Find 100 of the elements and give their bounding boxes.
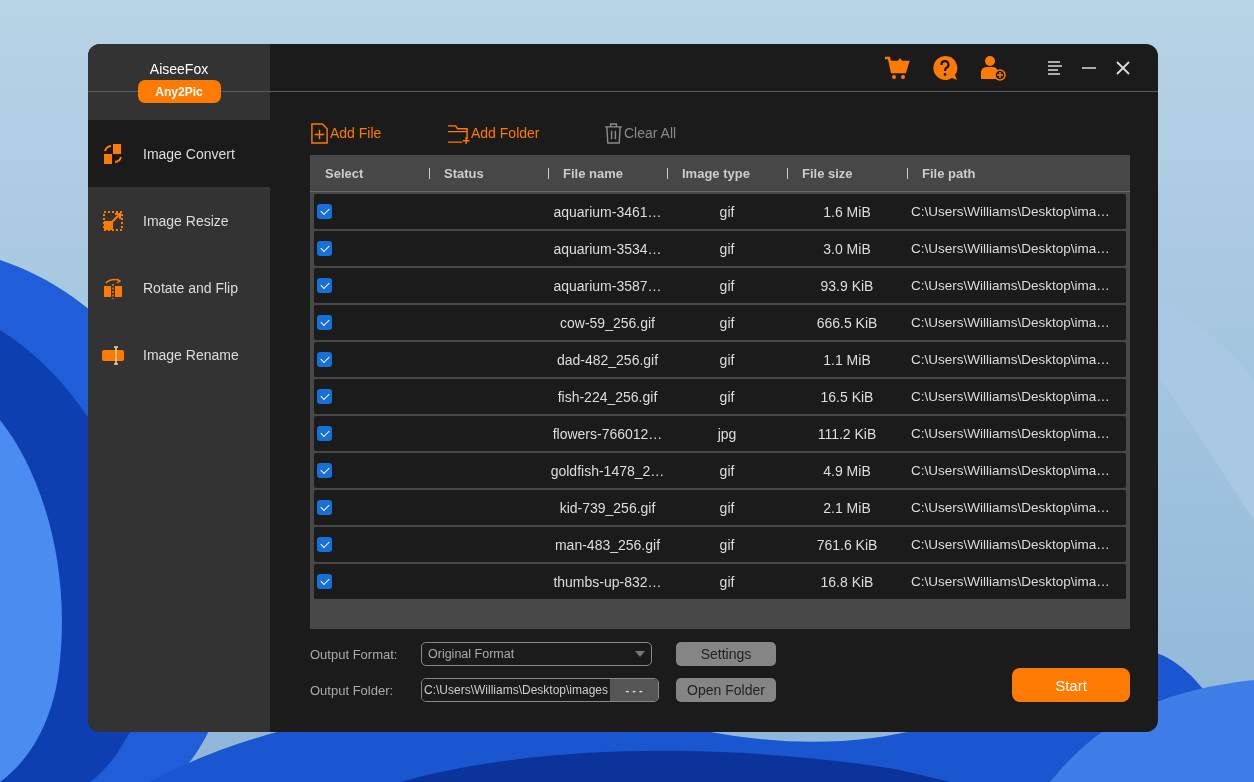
table-row[interactable]: kid-739_256.gif gif 2.1 MiB C:\Users\Williams\Desktop\ima… xyxy=(314,490,1126,525)
add-file-icon xyxy=(310,122,329,144)
column-header: File name xyxy=(563,165,623,181)
cart-icon[interactable] xyxy=(884,54,910,81)
checkbox[interactable] xyxy=(317,389,332,404)
caret-icon xyxy=(635,651,645,657)
table-cell-text: cow-59_256.gif xyxy=(559,314,656,331)
table-cell-text: gif xyxy=(718,203,736,220)
table-row[interactable]: flowers-766012… jpg 111.2 KiB C:\Users\Williams\Desktop\ima… xyxy=(314,416,1126,451)
column-header: Select xyxy=(325,165,364,181)
checkbox[interactable] xyxy=(317,500,332,515)
brand-name: AiseeFox xyxy=(149,61,209,77)
table-cell-text: C:\Users\Williams\Desktop\ima… xyxy=(910,426,1111,441)
table-cell-text: aquarium-3534… xyxy=(552,240,663,257)
table-row[interactable]: dad-482_256.gif gif 1.1 MiB C:\Users\Williams\Desktop\ima… xyxy=(314,342,1126,377)
table-cell-text: gif xyxy=(718,499,736,516)
folder-field[interactable]: C:\Users\Williams\Desktop\images - - - xyxy=(421,678,659,702)
table-cell-text: man-483_256.gif xyxy=(553,536,662,553)
checkbox[interactable] xyxy=(317,352,332,367)
checkbox[interactable] xyxy=(317,574,332,589)
sidebar-item[interactable]: Image Convert xyxy=(88,120,270,187)
table-cell-text: jpg xyxy=(716,425,738,442)
table-row[interactable]: cow-59_256.gif gif 666.5 KiB C:\Users\Williams\Desktop\ima… xyxy=(314,305,1126,340)
table-cell-text: C:\Users\Williams\Desktop\ima… xyxy=(910,352,1111,367)
toolbar-button[interactable]: Clear All xyxy=(604,122,677,144)
close-icon[interactable] xyxy=(1114,58,1132,77)
convert-icon xyxy=(101,141,125,166)
table-cell-text: 1.1 MiB xyxy=(822,351,872,368)
open-folder-button[interactable]: Open Folder xyxy=(676,678,776,702)
table-cell-text: gif xyxy=(718,388,736,405)
table-cell-text: gif xyxy=(718,277,736,294)
column-header: File path xyxy=(922,165,976,181)
column-header: Image type xyxy=(682,165,750,181)
table-cell-text: gif xyxy=(718,240,736,257)
table-cell-text: C:\Users\Williams\Desktop\ima… xyxy=(910,204,1111,219)
menu-icon[interactable] xyxy=(1046,58,1064,77)
product-badge: Any2Pic xyxy=(137,80,221,103)
add-folder-icon xyxy=(447,122,470,144)
table-cell-text: fish-224_256.gif xyxy=(556,388,659,405)
table-cell-text: C:\Users\Williams\Desktop\ima… xyxy=(910,574,1111,589)
browse-button[interactable]: - - - xyxy=(610,679,658,701)
format-dropdown[interactable]: Original Format xyxy=(421,642,652,666)
table-cell-text: 4.9 MiB xyxy=(822,462,872,479)
table-cell-text: gif xyxy=(718,536,736,553)
table-cell-text: goldfish-1478_2… xyxy=(549,462,666,479)
table-row[interactable]: man-483_256.gif gif 761.6 KiB C:\Users\Williams\Desktop\ima… xyxy=(314,527,1126,562)
table-cell-text: flowers-766012… xyxy=(551,425,664,442)
table-cell-text: 666.5 KiB xyxy=(815,314,879,331)
field-label: Output Format: xyxy=(310,646,399,662)
checkbox[interactable] xyxy=(317,537,332,552)
field-label: Output Folder: xyxy=(310,682,395,698)
table-row[interactable]: aquarium-3461… gif 1.6 MiB C:\Users\Williams\Desktop\ima… xyxy=(314,194,1126,229)
trash-icon xyxy=(604,122,623,144)
checkbox[interactable] xyxy=(317,463,332,478)
table-cell-text: gif xyxy=(718,314,736,331)
table-row[interactable]: fish-224_256.gif gif 16.5 KiB C:\Users\Williams\Desktop\ima… xyxy=(314,379,1126,414)
table-cell-text: C:\Users\Williams\Desktop\ima… xyxy=(910,315,1111,330)
table-cell-text: C:\Users\Williams\Desktop\ima… xyxy=(910,463,1111,478)
table-cell-text: C:\Users\Williams\Desktop\ima… xyxy=(910,389,1111,404)
table-cell-text: kid-739_256.gif xyxy=(558,499,657,516)
sidebar-item[interactable]: Image Rename xyxy=(88,321,270,388)
table-cell-text: C:\Users\Williams\Desktop\ima… xyxy=(910,500,1111,515)
table-cell-text: aquarium-3461… xyxy=(552,203,663,220)
table-cell-text: 16.5 KiB xyxy=(819,388,875,405)
table-cell-text: 3.0 MiB xyxy=(822,240,872,257)
table-cell-text: gif xyxy=(718,573,736,590)
table-cell-text: dad-482_256.gif xyxy=(555,351,660,368)
table-cell-text: C:\Users\Williams\Desktop\ima… xyxy=(910,241,1111,256)
table-cell-text: 16.8 KiB xyxy=(819,573,875,590)
sidebar-item[interactable]: Rotate and Flip xyxy=(88,254,270,321)
table-cell-text: 2.1 MiB xyxy=(822,499,872,516)
column-header: Status xyxy=(444,165,484,181)
column-header: File size xyxy=(802,165,853,181)
sidebar-item[interactable]: Image Resize xyxy=(88,187,270,254)
table-cell-text: C:\Users\Williams\Desktop\ima… xyxy=(910,537,1111,552)
checkbox[interactable] xyxy=(317,278,332,293)
checkbox[interactable] xyxy=(317,315,332,330)
help-icon[interactable] xyxy=(932,54,958,81)
table-cell-text: C:\Users\Williams\Desktop\ima… xyxy=(910,278,1111,293)
table-row[interactable]: aquarium-3587… gif 93.9 KiB C:\Users\Williams\Desktop\ima… xyxy=(314,268,1126,303)
table-row[interactable]: goldfish-1478_2… gif 4.9 MiB C:\Users\Williams\Desktop\ima… xyxy=(314,453,1126,488)
toolbar-button[interactable]: Add Folder xyxy=(447,122,604,144)
resize-icon xyxy=(101,208,125,233)
add-user-icon[interactable] xyxy=(980,54,1006,81)
settings-button[interactable]: Settings xyxy=(676,642,776,666)
table-cell-text: gif xyxy=(718,351,736,368)
table-cell-text: gif xyxy=(718,462,736,479)
table-cell-text: thumbs-up-832… xyxy=(552,573,663,590)
toolbar-button[interactable]: Add File xyxy=(310,122,447,144)
table-row[interactable]: aquarium-3534… gif 3.0 MiB C:\Users\Williams\Desktop\ima… xyxy=(314,231,1126,266)
table-row[interactable]: thumbs-up-832… gif 16.8 KiB C:\Users\Williams\Desktop\ima… xyxy=(314,564,1126,599)
checkbox[interactable] xyxy=(317,426,332,441)
table-cell-text: 761.6 KiB xyxy=(815,536,879,553)
checkbox[interactable] xyxy=(317,241,332,256)
flip-icon xyxy=(101,275,125,300)
table-cell-text: aquarium-3587… xyxy=(552,277,663,294)
checkbox[interactable] xyxy=(317,204,332,219)
table-cell-text: 1.6 MiB xyxy=(822,203,872,220)
table-cell-text: 93.9 KiB xyxy=(819,277,875,294)
table-cell-text: 111.2 KiB xyxy=(816,425,878,442)
